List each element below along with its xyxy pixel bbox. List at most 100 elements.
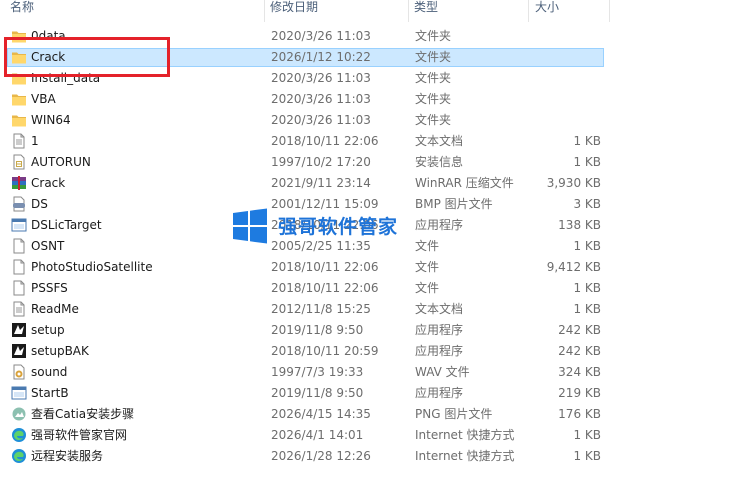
file-type: WAV 文件 <box>415 365 470 379</box>
file-type: WinRAR 压缩文件 <box>415 176 514 190</box>
file-name: VBA <box>31 92 56 106</box>
folder-icon <box>12 94 26 106</box>
file-size: 3 KB <box>573 197 601 211</box>
file-size: 1 KB <box>573 449 601 463</box>
file-date: 2021/9/11 23:14 <box>271 176 371 190</box>
file-row[interactable]: ReadMe 2012/11/8 15:25 文本文档 1 KB <box>0 299 733 320</box>
file-row[interactable]: WIN64 2020/3/26 11:03 文件夹 <box>0 110 733 131</box>
column-header-name[interactable]: 名称 <box>10 0 34 22</box>
file-name: OSNT <box>31 239 65 253</box>
file-size: 176 KB <box>558 407 601 421</box>
file-date: 2012/11/8 15:25 <box>271 302 371 316</box>
file-date: 2026/4/15 14:35 <box>271 407 371 421</box>
setup-info-icon <box>13 154 25 170</box>
file-size: 138 KB <box>558 218 601 232</box>
file-type: 文件夹 <box>415 50 452 64</box>
text-file-icon <box>13 301 25 317</box>
file-name: AUTORUN <box>31 155 91 169</box>
column-divider[interactable] <box>264 0 265 22</box>
file-size: 1 KB <box>573 155 601 169</box>
file-name: PSSFS <box>31 281 68 295</box>
column-divider[interactable] <box>528 0 529 22</box>
file-name: Crack <box>31 176 66 190</box>
file-row[interactable]: PSSFS 2018/10/11 22:06 文件 1 KB <box>0 278 733 299</box>
file-name: PhotoStudioSatellite <box>31 260 153 274</box>
file-type: 文本文档 <box>415 134 464 148</box>
application-icon <box>11 218 27 232</box>
file-type: 文件 <box>415 260 440 274</box>
png-image-icon <box>12 407 26 421</box>
application-icon <box>11 386 27 400</box>
file-date: 2026/1/28 12:26 <box>271 449 371 463</box>
file-date: 2020/3/26 11:03 <box>271 92 371 106</box>
file-row[interactable]: setupBAK 2018/10/11 20:59 应用程序 242 KB <box>0 341 733 362</box>
file-size: 3,930 KB <box>546 176 601 190</box>
file-size: 324 KB <box>558 365 601 379</box>
file-type: 文件夹 <box>415 29 452 43</box>
file-row[interactable]: VBA 2020/3/26 11:03 文件夹 <box>0 89 733 110</box>
file-size: 9,412 KB <box>546 260 601 274</box>
file-type: 应用程序 <box>415 344 464 358</box>
file-row[interactable]: PhotoStudioSatellite 2018/10/11 22:06 文件 9,… <box>0 257 733 278</box>
file-row[interactable]: setup 2019/11/8 9:50 应用程序 242 KB <box>0 320 733 341</box>
file-type: 文件 <box>415 281 440 295</box>
file-name: ReadMe <box>31 302 79 316</box>
file-size: 1 KB <box>573 239 601 253</box>
file-name: sound <box>31 365 68 379</box>
bmp-image-icon <box>13 196 25 212</box>
windows-logo-icon <box>233 208 267 244</box>
blank-file-icon <box>13 280 25 296</box>
file-size: 1 KB <box>573 281 601 295</box>
file-name: 查看Catia安装步骤 <box>31 407 135 421</box>
file-date: 2018/10/11 20:59 <box>271 344 379 358</box>
file-date: 2026/1/12 10:22 <box>271 50 371 64</box>
file-row[interactable]: 查看Catia安装步骤 2026/4/15 14:35 PNG 图片文件 176 KB <box>0 404 733 425</box>
file-date: 2020/3/26 11:03 <box>271 71 371 85</box>
file-size: 242 KB <box>558 323 601 337</box>
catia-setup-icon <box>12 344 26 358</box>
file-row[interactable]: StartB 2019/11/8 9:50 应用程序 219 KB <box>0 383 733 404</box>
file-date: 2020/3/26 11:03 <box>271 113 371 127</box>
highlight-box <box>4 37 170 77</box>
file-row[interactable]: 强哥软件管家官网 2026/4/1 14:01 Internet 快捷方式 1 KB <box>0 425 733 446</box>
column-divider[interactable] <box>609 0 610 22</box>
file-size: 1 KB <box>573 134 601 148</box>
edge-shortcut-icon <box>12 449 26 463</box>
file-type: Internet 快捷方式 <box>415 428 515 442</box>
file-size: 1 KB <box>573 302 601 316</box>
column-header-type[interactable]: 类型 <box>414 0 438 22</box>
blank-file-icon <box>13 238 25 254</box>
file-name: DSLicTarget <box>31 218 102 232</box>
file-row[interactable]: Crack 2021/9/11 23:14 WinRAR 压缩文件 3,930 KB <box>0 173 733 194</box>
file-type: PNG 图片文件 <box>415 407 493 421</box>
file-row[interactable]: AUTORUN 1997/10/2 17:20 安装信息 1 KB <box>0 152 733 173</box>
file-type: 文件夹 <box>415 113 452 127</box>
file-name: 1 <box>31 134 39 148</box>
file-row[interactable]: sound 1997/7/3 19:33 WAV 文件 324 KB <box>0 362 733 383</box>
file-name: 强哥软件管家官网 <box>31 428 128 442</box>
folder-icon <box>12 115 26 127</box>
file-size: 242 KB <box>558 344 601 358</box>
file-type: 文件 <box>415 239 440 253</box>
file-row[interactable]: 1 2018/10/11 22:06 文本文档 1 KB <box>0 131 733 152</box>
file-row[interactable]: OSNT 2005/2/25 11:35 文件 1 KB <box>0 236 733 257</box>
file-type: Internet 快捷方式 <box>415 449 515 463</box>
file-type: 安装信息 <box>415 155 464 169</box>
column-header-bar: 名称 修改日期 类型 大小 <box>0 0 733 22</box>
column-header-date[interactable]: 修改日期 <box>270 0 318 22</box>
blank-file-icon <box>13 259 25 275</box>
column-header-size[interactable]: 大小 <box>535 0 559 22</box>
file-name: WIN64 <box>31 113 71 127</box>
file-date: 2026/4/1 14:01 <box>271 428 364 442</box>
file-size: 219 KB <box>558 386 601 400</box>
file-type: 文件夹 <box>415 92 452 106</box>
file-date: 1997/7/3 19:33 <box>271 365 364 379</box>
audio-file-icon <box>13 364 25 380</box>
file-type: 应用程序 <box>415 386 464 400</box>
file-type: 应用程序 <box>415 323 464 337</box>
file-name: setupBAK <box>31 344 89 358</box>
file-date: 2005/2/25 11:35 <box>271 239 371 253</box>
file-name: setup <box>31 323 65 337</box>
column-divider[interactable] <box>408 0 409 22</box>
file-row[interactable]: 远程安装服务 2026/1/28 12:26 Internet 快捷方式 1 KB <box>0 446 733 467</box>
